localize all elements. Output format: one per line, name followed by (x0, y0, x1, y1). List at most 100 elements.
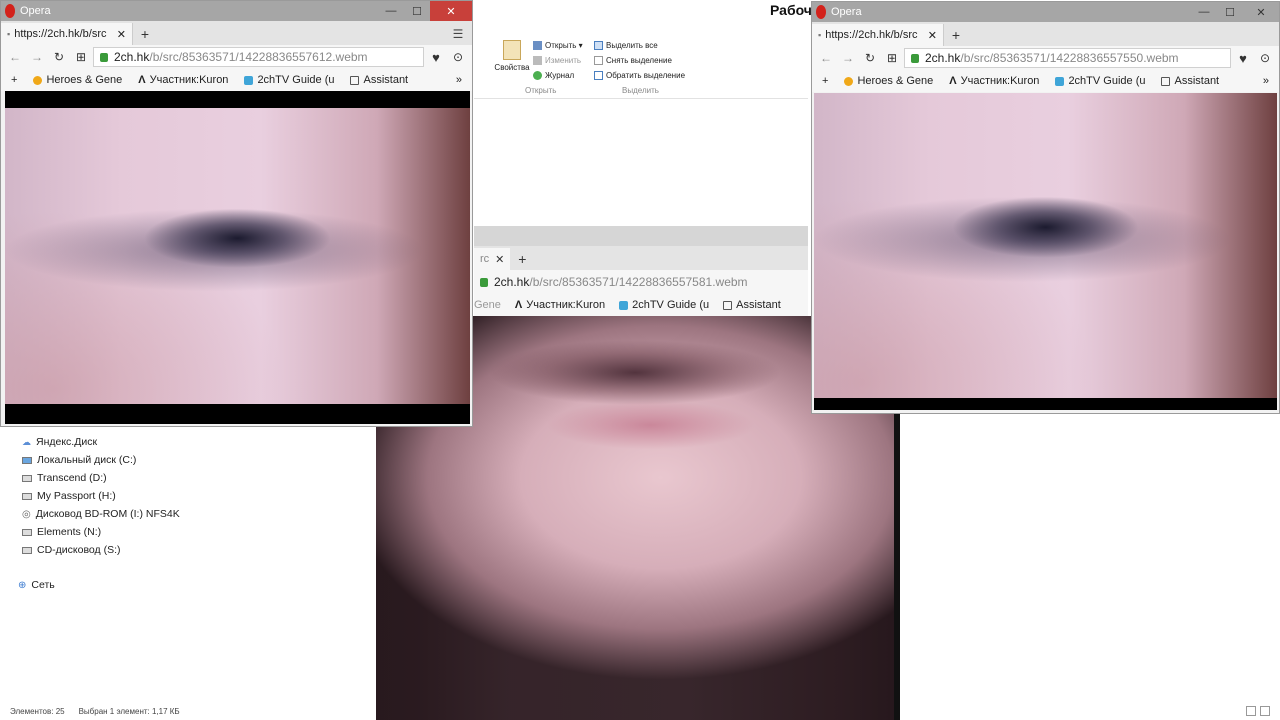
edit-icon (533, 56, 542, 65)
forward-arrow-icon[interactable]: → (838, 48, 858, 68)
open-dropdown-button[interactable]: Открыть ▾ (533, 38, 583, 53)
right-address-input[interactable]: 2ch.hk/b/src/85363571/14228836557550.web… (904, 48, 1231, 68)
left-active-tab[interactable]: ▪ https://2ch.hk/b/src ✕ (1, 23, 133, 45)
select-group-label: Выделить (622, 86, 659, 95)
add-bookmark-icon[interactable]: + (11, 74, 17, 86)
close-window-button[interactable]: ✕ (1243, 2, 1279, 22)
page-icon: ▪ (7, 29, 11, 39)
new-tab-button[interactable]: + (944, 24, 968, 46)
invert-selection-button[interactable]: Обратить выделение (594, 68, 685, 83)
left-bookmarks-bar: + Heroes & Gene Λ Участник:Kuron 2chTV Gu… (1, 69, 472, 91)
reload-icon[interactable]: ↻ (860, 48, 880, 68)
nav-item-cd-drive[interactable]: CD-дисковод (S:) (14, 541, 364, 559)
download-icon[interactable]: ⊙ (448, 47, 468, 67)
windows-drive-icon (22, 456, 32, 464)
heroes-icon (33, 75, 43, 85)
maximize-button[interactable]: ☐ (404, 1, 430, 21)
left-titlebar: Opera — ☐ ✕ (1, 1, 472, 21)
speed-dial-icon[interactable]: ⊞ (71, 47, 91, 67)
bookmark-tv-guide[interactable]: 2chTV Guide (u (1055, 75, 1145, 87)
nav-item-bd-rom[interactable]: ◎ Дисковод BD-ROM (I:) NFS4K (14, 505, 364, 523)
close-tab-icon[interactable]: ✕ (928, 29, 937, 42)
bookmarks-overflow-icon[interactable]: » (1263, 75, 1269, 87)
deselect-icon (594, 56, 603, 65)
back-arrow-icon[interactable]: ← (5, 47, 25, 67)
left-address-row: ← → ↻ ⊞ 2ch.hk/b/src/85363571/1422883655… (1, 45, 472, 69)
reload-icon[interactable]: ↻ (49, 47, 69, 67)
bookmark-member[interactable]: Λ Участник:Kuron (515, 299, 605, 311)
edit-button[interactable]: Изменить (533, 53, 583, 68)
assistant-icon (723, 300, 733, 310)
drive-logo-icon (1055, 76, 1065, 86)
middle-tabstrip: rc ✕ + (474, 246, 808, 270)
properties-button[interactable]: Свойства (494, 40, 530, 72)
close-window-button[interactable]: ✕ (430, 1, 472, 21)
close-tab-icon[interactable]: ✕ (117, 28, 126, 41)
nav-item-transcend[interactable]: Transcend (D:) (14, 469, 364, 487)
middle-tab[interactable]: rc ✕ (474, 248, 511, 270)
speed-dial-icon[interactable]: ⊞ (882, 48, 902, 68)
drive-logo-icon (619, 300, 629, 310)
drive-logo-icon (244, 75, 254, 85)
bookmark-tv-guide[interactable]: 2chTV Guide (u (619, 299, 709, 311)
nav-item-local-disk-c[interactable]: Локальный диск (C:) (14, 451, 364, 469)
bookmark-tv-guide[interactable]: 2chTV Guide (u (244, 74, 334, 86)
nav-item-yandex-disk[interactable]: ☁ Яндекс.Диск (14, 433, 364, 451)
bookmark-assistant[interactable]: Assistant (723, 299, 781, 311)
left-window-controls: — ☐ ✕ (378, 1, 472, 21)
large-icons-view-icon[interactable] (1260, 706, 1270, 716)
forward-arrow-icon[interactable]: → (27, 47, 47, 67)
nav-item-network[interactable]: ⊕ Сеть (10, 576, 55, 594)
bookmark-member[interactable]: Λ Участник:Kuron (138, 74, 228, 86)
minimize-button[interactable]: — (378, 1, 404, 21)
explorer-title: Рабоч (770, 2, 812, 18)
right-active-tab[interactable]: ▪ https://2ch.hk/b/src ✕ (812, 24, 944, 46)
close-tab-icon[interactable]: ✕ (495, 253, 504, 266)
video-frame-eye (5, 108, 470, 404)
back-arrow-icon[interactable]: ← (816, 48, 836, 68)
disc-icon: ◎ (22, 508, 31, 520)
bookmark-assistant[interactable]: Assistant (1161, 75, 1219, 87)
left-app-title: Opera (20, 5, 51, 17)
video-frame-eye (814, 93, 1277, 398)
right-video-player[interactable] (814, 93, 1277, 410)
bookmark-heroes[interactable]: Heroes & Gene (844, 75, 933, 87)
add-bookmark-icon[interactable]: + (822, 75, 828, 87)
right-bookmarks-bar: + Heroes & Gene Λ Участник:Kuron 2chTV Gu… (812, 70, 1279, 92)
left-browser-window: Opera — ☐ ✕ ▪ https://2ch.hk/b/src ✕ + ☰… (0, 0, 473, 427)
open-group: Открыть ▾ Изменить Журнал (533, 38, 583, 83)
heart-icon[interactable]: ♥ (426, 47, 446, 67)
view-switcher (1246, 706, 1270, 716)
nav-item-my-passport[interactable]: My Passport (H:) (14, 487, 364, 505)
download-icon[interactable]: ⊙ (1255, 48, 1275, 68)
history-button[interactable]: Журнал (533, 68, 583, 83)
right-app-title: Opera (831, 6, 862, 18)
drive-icon (22, 492, 32, 500)
nav-item-elements[interactable]: Elements (N:) (14, 523, 364, 541)
bookmark-member[interactable]: Λ Участник:Kuron (949, 75, 1039, 87)
bookmarks-overflow-icon[interactable]: » (456, 74, 462, 86)
left-video-player[interactable] (5, 91, 470, 424)
middle-address-bar[interactable]: 2ch.hk/b/src/85363571/14228836557581.web… (474, 270, 808, 294)
bookmark-heroes[interactable]: Gene (474, 299, 501, 311)
open-icon (533, 41, 542, 50)
new-tab-button[interactable]: + (133, 23, 157, 45)
tab-menu-icon[interactable]: ☰ (444, 23, 472, 45)
right-browser-window: Opera — ☐ ✕ ▪ https://2ch.hk/b/src ✕ + ←… (811, 1, 1280, 414)
minimize-button[interactable]: — (1191, 2, 1217, 22)
lock-icon (100, 52, 108, 62)
left-address-input[interactable]: 2ch.hk/b/src/85363571/14228836557612.web… (93, 47, 424, 67)
bookmark-heroes[interactable]: Heroes & Gene (33, 74, 122, 86)
deselect-button[interactable]: Снять выделение (594, 53, 685, 68)
lock-icon (911, 53, 919, 63)
new-tab-button[interactable]: + (510, 248, 534, 270)
right-tabstrip: ▪ https://2ch.hk/b/src ✕ + (812, 22, 1279, 46)
select-all-button[interactable]: Выделить все (594, 38, 685, 53)
right-window-controls: — ☐ ✕ (1191, 2, 1279, 22)
opera-logo-icon (816, 5, 826, 19)
maximize-button[interactable]: ☐ (1217, 2, 1243, 22)
bookmark-assistant[interactable]: Assistant (350, 74, 408, 86)
details-view-icon[interactable] (1246, 706, 1256, 716)
open-group-label: Открыть (525, 86, 557, 95)
heart-icon[interactable]: ♥ (1233, 48, 1253, 68)
